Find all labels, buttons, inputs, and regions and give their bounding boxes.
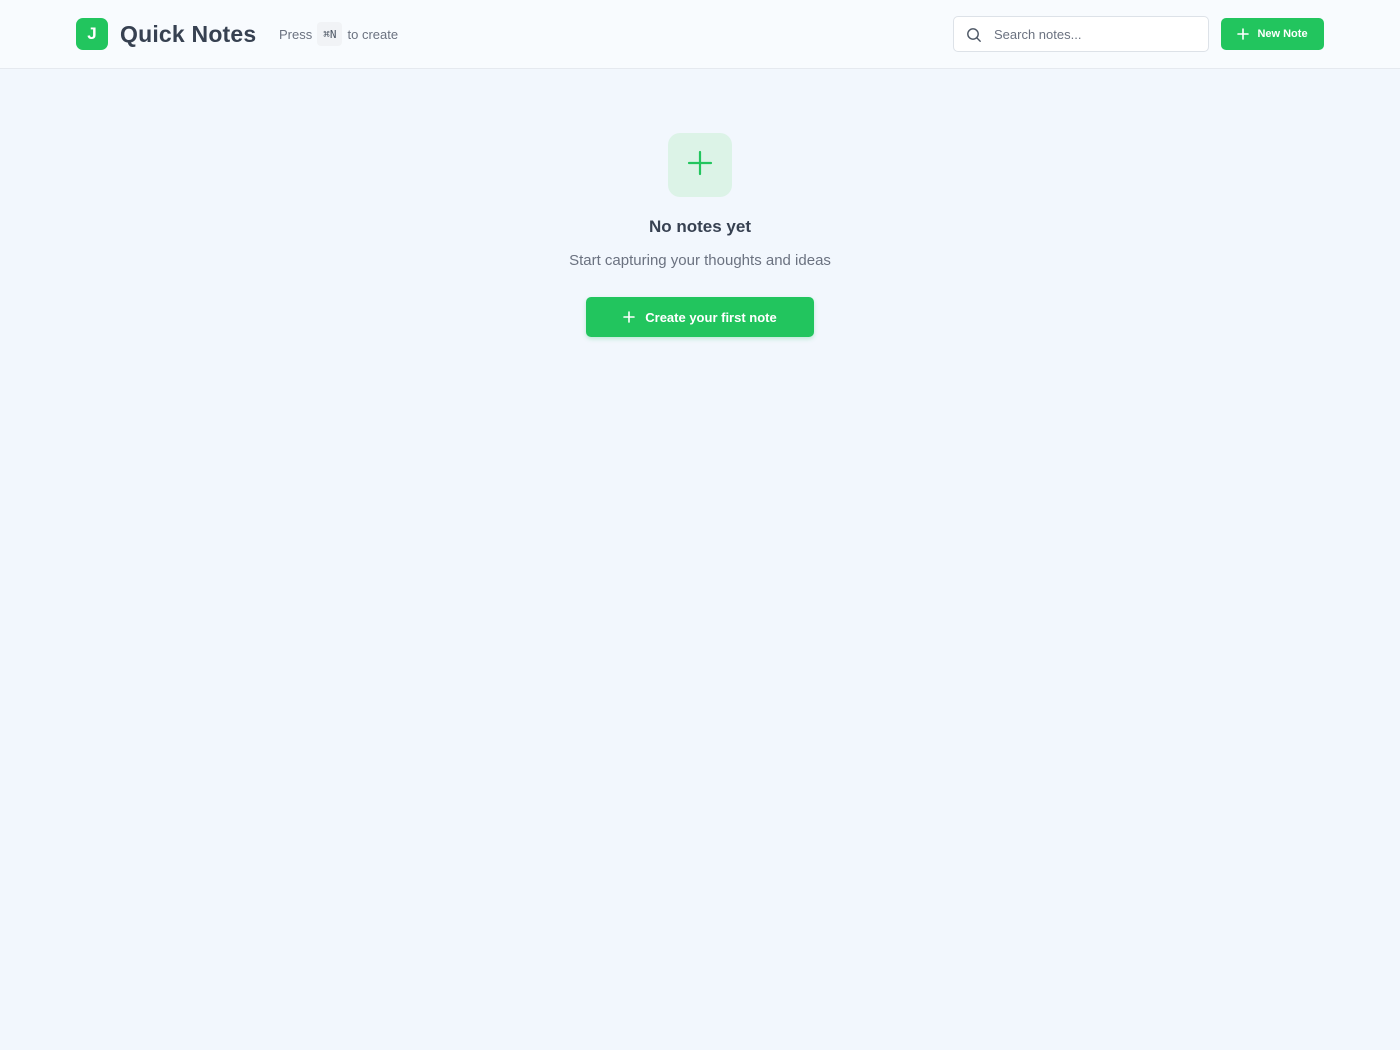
top-bar: J Quick Notes Press ⌘N to create New Not… (0, 0, 1400, 69)
app-logo: J (76, 18, 108, 50)
plus-icon (687, 150, 713, 181)
search-icon (966, 27, 982, 43)
app-title: Quick Notes (120, 21, 257, 47)
empty-state-subtitle: Start capturing your thoughts and ideas (569, 252, 831, 269)
logo-letter: J (87, 24, 97, 43)
new-note-button[interactable]: New Note (1221, 18, 1324, 50)
empty-state-title: No notes yet (648, 217, 752, 236)
hint-suffix: to create (347, 26, 399, 42)
shortcut-key: ⌘N (317, 22, 343, 46)
search-box[interactable] (953, 16, 1209, 52)
create-first-note-button[interactable]: Create your first note (586, 297, 814, 337)
search-input[interactable] (994, 17, 1204, 51)
create-first-note-label: Create your first note (645, 309, 777, 325)
plus-icon (623, 311, 636, 323)
new-note-label: New Note (1257, 28, 1308, 40)
plus-icon (1237, 28, 1250, 40)
shortcut-hint: Press ⌘N to create (279, 22, 399, 46)
hint-prefix: Press (279, 26, 313, 42)
empty-state-icon-box (668, 133, 732, 197)
